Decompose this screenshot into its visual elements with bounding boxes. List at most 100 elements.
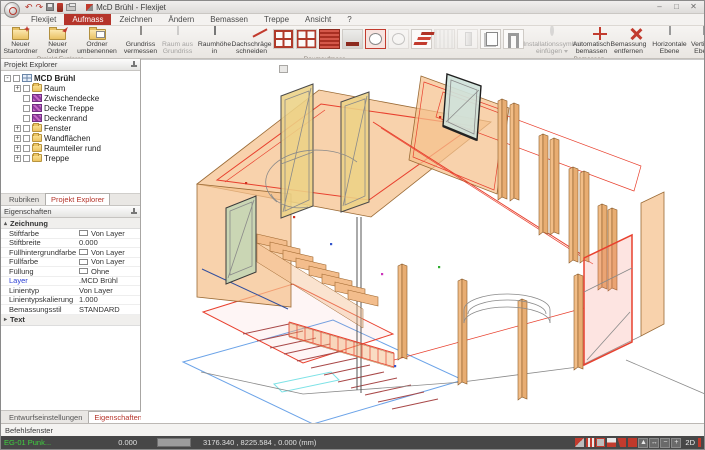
property-row[interactable]: Linientyp Von Layer	[1, 286, 140, 296]
visibility-checkbox[interactable]	[23, 85, 30, 92]
property-row[interactable]: Bemassungsstil STANDARD	[1, 305, 140, 315]
viewport-collapse-button[interactable]	[279, 65, 288, 73]
window-yellow-right[interactable]	[341, 92, 369, 212]
app-logo-button[interactable]	[4, 2, 20, 18]
property-row[interactable]: Stiftfarbe Von Layer	[1, 229, 140, 239]
tree-item[interactable]: Deckenrand	[1, 113, 140, 123]
tree-expander[interactable]: +	[14, 155, 21, 162]
panel-tab[interactable]: Rubriken	[3, 193, 45, 205]
tree-item[interactable]: Decke Treppe	[1, 103, 140, 113]
panel-tab[interactable]: Projekt Explorer	[45, 193, 110, 205]
menu-tab[interactable]: Bemassen	[202, 14, 256, 25]
redo-icon[interactable]: ↷	[36, 2, 44, 12]
menu-tab[interactable]: Ändern	[160, 14, 202, 25]
bottom-tab[interactable]: Entwurfseinstellungen	[3, 411, 88, 423]
property-row[interactable]: Stiftbreite 0.000	[1, 239, 140, 249]
isometric-cad-scene[interactable]	[141, 60, 704, 423]
visibility-checkbox[interactable]	[13, 75, 20, 82]
property-row[interactable]: Füllhintergrundfarbe Von Layer	[1, 248, 140, 258]
pin-icon[interactable]	[131, 61, 137, 69]
door-frame-icon[interactable]	[503, 29, 524, 49]
snap-icon[interactable]	[575, 438, 584, 447]
visibility-checkbox[interactable]	[23, 125, 30, 132]
window-grid-icon[interactable]	[273, 29, 294, 49]
grundriss-vermessen-button[interactable]: Grundriss vermessen	[122, 27, 159, 56]
color-swatch[interactable]	[79, 259, 88, 265]
color-swatch[interactable]	[79, 230, 88, 236]
property-row[interactable]: Layer .MCD Brühl	[1, 277, 140, 287]
menu-tab[interactable]: Aufmass	[64, 14, 111, 25]
zoom-out-button[interactable]: −	[660, 438, 670, 448]
tree-item[interactable]: + Treppe	[1, 153, 140, 163]
bemassung-entfernen-button[interactable]: Bemassung entfernen	[610, 27, 647, 56]
laser-status-icon[interactable]	[617, 438, 626, 447]
dachschraege-button[interactable]: Dachschräge schneiden	[233, 27, 270, 56]
print-icon[interactable]	[66, 4, 76, 11]
neuer-startordner-button[interactable]: Neuer Startordner	[2, 27, 39, 56]
color-swatch[interactable]	[79, 268, 88, 274]
tree-expander[interactable]: +	[14, 135, 21, 142]
visibility-checkbox[interactable]	[23, 105, 30, 112]
maximize-button[interactable]: □	[668, 1, 685, 13]
pan-icon[interactable]: ↔	[649, 438, 659, 448]
visibility-checkbox[interactable]	[23, 155, 30, 162]
tree-item[interactable]: + Raum	[1, 83, 140, 93]
menu-tab[interactable]: Flexijet	[23, 14, 64, 25]
color-swatch[interactable]	[79, 249, 88, 255]
tree-expander[interactable]: +	[14, 85, 21, 92]
visibility-checkbox[interactable]	[23, 95, 30, 102]
close-button[interactable]: ✕	[685, 1, 702, 13]
property-row[interactable]: Linientypskalierung 1.000	[1, 296, 140, 306]
undo-icon[interactable]: ↶	[25, 2, 33, 12]
window-yellow-left[interactable]	[281, 84, 313, 218]
command-prompt[interactable]: EG-01 Punk...	[4, 438, 99, 447]
osnap-icon[interactable]	[586, 438, 595, 447]
door-icon[interactable]	[480, 29, 501, 49]
cursor-icon[interactable]: ▲	[638, 438, 648, 448]
ordner-umbenennen-button[interactable]: Ordner umbenennen	[76, 27, 118, 56]
tree-expander[interactable]: +	[14, 145, 21, 152]
laser-icon[interactable]	[57, 3, 63, 12]
tree-expander[interactable]: +	[14, 125, 21, 132]
tree-item[interactable]: Zwischendecke	[1, 93, 140, 103]
raumhoehe-button[interactable]: Raumhöhe in Zeichnung	[196, 27, 233, 56]
drawing-viewport[interactable]	[141, 59, 704, 423]
zoom-in-button[interactable]: +	[671, 438, 681, 448]
floor-plan-cyan-outline[interactable]	[274, 372, 339, 392]
circle-tool-icon-selected[interactable]	[365, 29, 386, 49]
window-grid2-icon[interactable]	[296, 29, 317, 49]
window-green[interactable]	[226, 196, 256, 284]
pin-icon[interactable]	[131, 208, 137, 216]
visibility-checkbox[interactable]	[23, 145, 30, 152]
horizontale-ebene-button[interactable]: Horizontale Ebene	[651, 27, 688, 56]
round-room-divider[interactable]	[464, 294, 550, 323]
roller-shutter-icon[interactable]	[319, 29, 340, 49]
menu-tab[interactable]: Ansicht	[297, 14, 339, 25]
save-icon[interactable]	[46, 3, 54, 11]
ortho-icon[interactable]	[596, 438, 605, 447]
tree-item[interactable]: + Raumteiler rund	[1, 143, 140, 153]
menu-tab[interactable]: ?	[339, 14, 359, 25]
tree-expander[interactable]: -	[4, 75, 11, 82]
status-input-box[interactable]	[157, 438, 191, 447]
neuer-ordner-button[interactable]: Neuer Ordner	[39, 27, 76, 56]
stack-red-icon[interactable]	[411, 29, 432, 49]
menu-tab[interactable]: Zeichnen	[111, 14, 160, 25]
property-row[interactable]: Füllfarbe Von Layer	[1, 258, 140, 268]
menu-tab[interactable]: Treppe	[256, 14, 297, 25]
minimize-button[interactable]: ‒	[651, 1, 668, 13]
tree-item[interactable]: + Wandflächen	[1, 133, 140, 143]
far-right-wall[interactable]	[641, 192, 664, 336]
dimension-highlight-panel[interactable]	[584, 235, 632, 365]
property-row[interactable]: Füllung Ohne	[1, 267, 140, 277]
grid-icon[interactable]	[607, 438, 616, 447]
door-sill-icon[interactable]	[342, 29, 363, 49]
record-icon[interactable]	[628, 438, 637, 447]
command-window[interactable]: Befehlsfenster	[1, 423, 704, 436]
vertikale-ebene-button[interactable]: Vertikale Ebene	[688, 27, 704, 56]
tree-item[interactable]: + Fenster	[1, 123, 140, 133]
visibility-checkbox[interactable]	[23, 115, 30, 122]
section-text[interactable]: ▸ Text	[1, 315, 140, 326]
tree-root[interactable]: - MCD Brühl	[1, 73, 140, 83]
mode-2d-label[interactable]: 2D	[685, 438, 695, 447]
